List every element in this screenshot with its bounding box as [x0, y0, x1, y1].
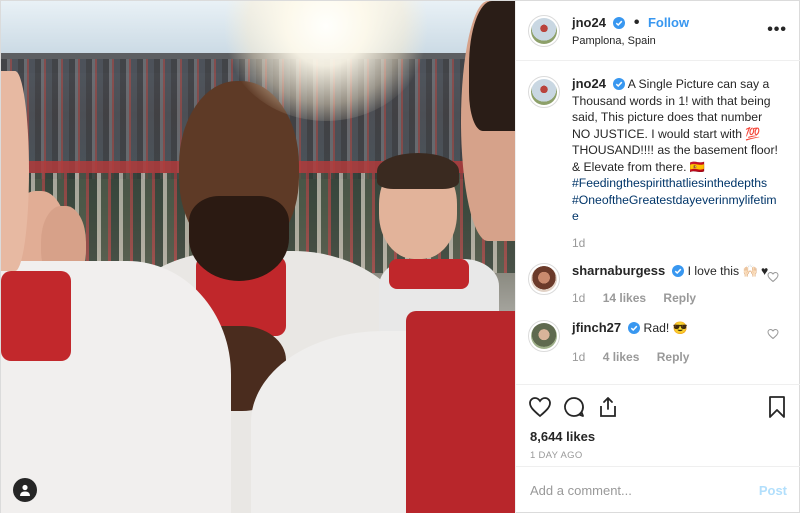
avatar[interactable]	[528, 76, 560, 108]
heart-icon[interactable]	[528, 395, 552, 419]
location-link[interactable]: Pamplona, Spain	[572, 35, 689, 47]
comment-input[interactable]	[530, 483, 759, 498]
caption-username[interactable]: jno24	[572, 76, 606, 91]
avatar[interactable]	[528, 14, 560, 47]
comment-text: Rad! 😎	[643, 321, 688, 335]
caption: jno24 A Single Picture can say a Thousan…	[516, 62, 800, 251]
comment-time[interactable]: 1d	[572, 350, 585, 364]
comment-likes[interactable]: 4 likes	[603, 350, 640, 364]
post-actions: 8,644 likes 1 DAY AGO Post	[516, 384, 800, 513]
caption-text: A Single Picture can say a Thousand word…	[572, 77, 778, 174]
comment-username[interactable]: jfinch27	[572, 320, 621, 335]
likes-count[interactable]: 8,644 likes	[516, 429, 800, 444]
post-header: jno24 • Follow Pamplona, Spain •••	[516, 1, 800, 61]
header-username[interactable]: jno24	[572, 15, 606, 30]
like-comment-heart-icon[interactable]	[767, 271, 779, 283]
comment-likes[interactable]: 14 likes	[603, 291, 646, 305]
comment-icon[interactable]	[562, 395, 586, 419]
hashtag-link[interactable]: #OneoftheGreatestdayeverinmylifetime	[572, 192, 780, 225]
instagram-post: jno24 • Follow Pamplona, Spain ••• jno24…	[0, 0, 800, 513]
verified-badge-icon	[628, 322, 641, 334]
share-icon[interactable]	[596, 395, 620, 419]
like-comment-heart-icon[interactable]	[767, 328, 779, 340]
more-options-icon[interactable]: •••	[767, 21, 787, 39]
caption-time[interactable]: 1d	[572, 236, 585, 250]
post-timestamp: 1 DAY AGO	[530, 450, 583, 461]
add-comment-bar: Post	[516, 466, 800, 513]
verified-badge-icon	[612, 78, 625, 90]
post-side-panel: jno24 • Follow Pamplona, Spain ••• jno24…	[515, 1, 800, 513]
verified-badge-icon	[613, 17, 626, 29]
verified-badge-icon	[672, 265, 685, 277]
comment-text: I love this 🙌🏻 ♥	[687, 264, 769, 278]
follow-button[interactable]: Follow	[648, 15, 689, 30]
avatar[interactable]	[528, 320, 560, 352]
bookmark-icon[interactable]	[765, 395, 789, 419]
comment-item: jfinch27 Rad! 😎 1d 4 likes Reply	[516, 306, 800, 365]
avatar[interactable]	[528, 263, 560, 295]
hashtag-link[interactable]: #Feedingthespiritthatliesinthedepths	[572, 175, 780, 192]
reply-button[interactable]: Reply	[663, 291, 696, 305]
tagged-users-icon[interactable]	[13, 478, 37, 502]
comment-username[interactable]: sharnaburgess	[572, 263, 665, 278]
reply-button[interactable]: Reply	[657, 350, 690, 364]
post-comment-button[interactable]: Post	[759, 483, 787, 498]
comments-list[interactable]: jno24 A Single Picture can say a Thousan…	[516, 62, 800, 384]
comment-item: sharnaburgess I love this 🙌🏻 ♥ 1d 14 lik…	[516, 251, 800, 306]
comment-time[interactable]: 1d	[572, 291, 585, 305]
post-photo[interactable]	[1, 1, 515, 513]
